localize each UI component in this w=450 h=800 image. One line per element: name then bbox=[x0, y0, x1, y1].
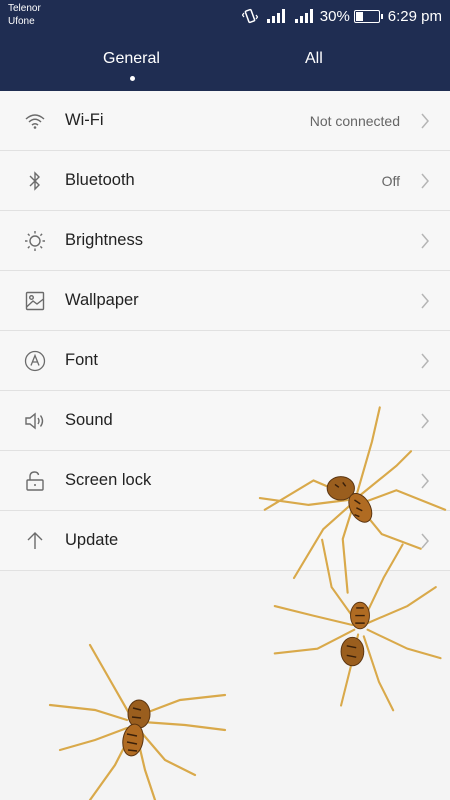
wifi-icon bbox=[23, 110, 47, 132]
signal-2-icon bbox=[294, 8, 314, 24]
font-icon bbox=[23, 350, 47, 372]
chevron-right-icon bbox=[421, 233, 429, 249]
row-label: Brightness bbox=[65, 231, 143, 249]
tab-general[interactable]: General bbox=[103, 50, 160, 68]
row-value: Off bbox=[381, 173, 400, 189]
update-icon bbox=[23, 530, 47, 552]
battery-percent: 30% bbox=[319, 7, 350, 25]
carrier-1: Telenor bbox=[8, 3, 41, 14]
chevron-right-icon bbox=[421, 173, 429, 189]
clock: 6:29 pm bbox=[387, 7, 442, 25]
bluetooth-icon bbox=[23, 170, 47, 192]
chevron-right-icon bbox=[421, 353, 429, 369]
settings-row-wallpaper[interactable]: Wallpaper bbox=[0, 271, 450, 331]
spider-image bbox=[48, 643, 227, 800]
spider-image bbox=[273, 538, 442, 712]
tab-bar: General All bbox=[0, 50, 450, 80]
brightness-icon bbox=[23, 230, 47, 252]
carrier-2: Ufone bbox=[8, 16, 35, 27]
top-bar: Telenor Ufone 30% 6:29 pm General All bbox=[0, 0, 450, 91]
row-label: Bluetooth bbox=[65, 171, 135, 189]
status-icons: 30% 6:29 pm bbox=[234, 6, 442, 26]
chevron-right-icon bbox=[421, 113, 429, 129]
sound-icon bbox=[23, 410, 47, 432]
tab-all[interactable]: All bbox=[305, 50, 323, 68]
wallpaper-icon bbox=[23, 290, 47, 312]
row-label: Update bbox=[65, 531, 119, 549]
row-label: Wi-Fi bbox=[65, 111, 104, 129]
tab-selected-indicator bbox=[130, 76, 135, 81]
row-label: Wallpaper bbox=[65, 291, 139, 309]
carrier-names: Telenor Ufone bbox=[8, 2, 41, 28]
settings-row-font[interactable]: Font bbox=[0, 331, 450, 391]
settings-row-wifi[interactable]: Wi-Fi Not connected bbox=[0, 91, 450, 151]
screen-lock-icon bbox=[23, 470, 47, 492]
settings-row-brightness[interactable]: Brightness bbox=[0, 211, 450, 271]
signal-1-icon bbox=[266, 8, 286, 24]
row-label: Font bbox=[65, 351, 99, 369]
row-value: Not connected bbox=[309, 113, 400, 129]
vibrate-icon bbox=[241, 8, 258, 24]
battery-icon bbox=[353, 9, 383, 23]
row-label: Sound bbox=[65, 411, 113, 429]
row-label: Screen lock bbox=[65, 471, 152, 489]
chevron-right-icon bbox=[421, 293, 429, 309]
settings-row-bluetooth[interactable]: Bluetooth Off bbox=[0, 151, 450, 211]
